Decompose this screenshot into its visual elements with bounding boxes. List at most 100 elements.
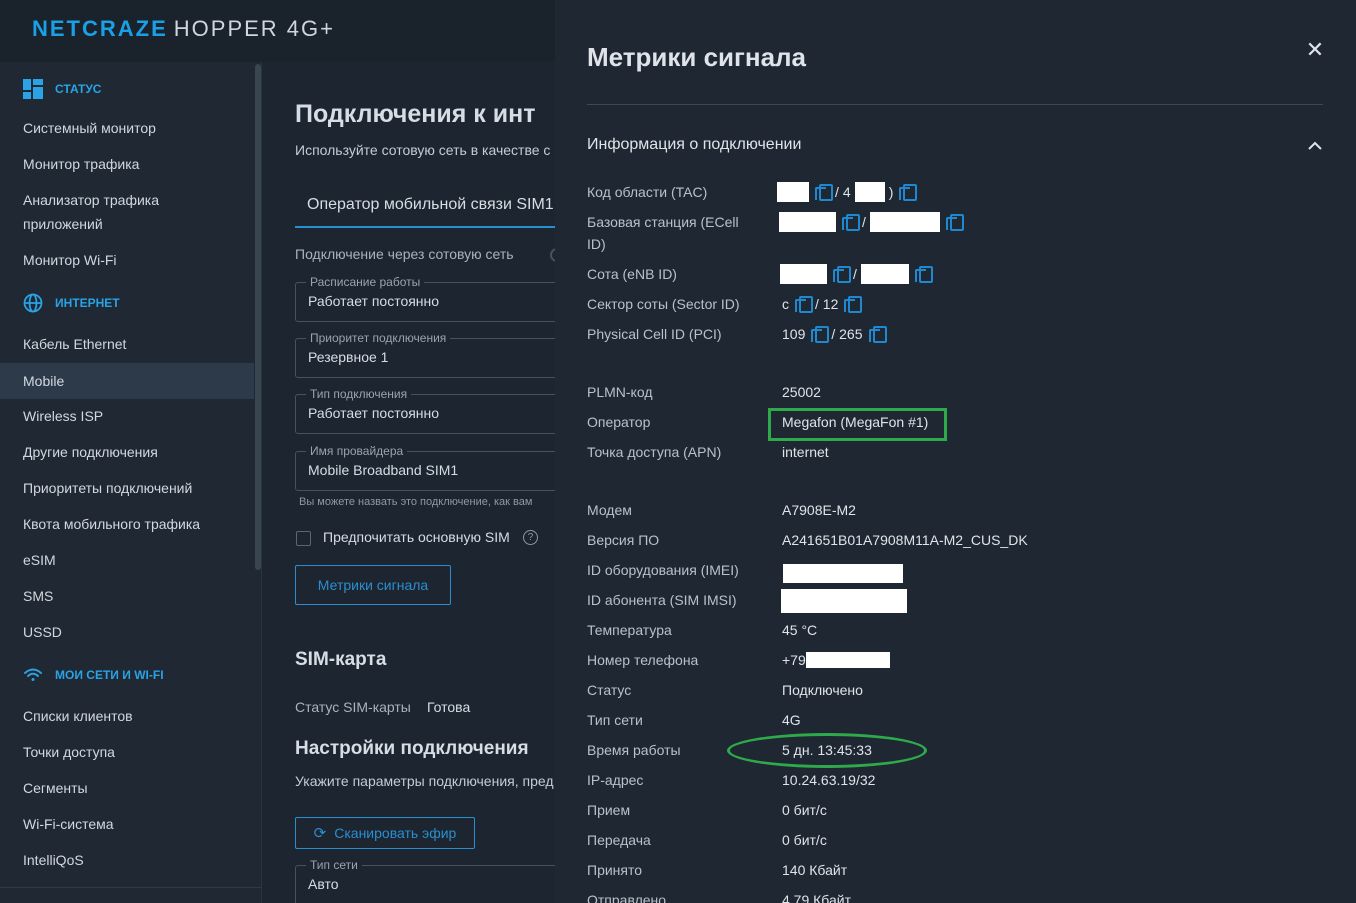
signal-metrics-button[interactable]: Метрики сигнала: [295, 565, 451, 605]
operator-label: Оператор: [587, 414, 651, 430]
sidebar-item-sms[interactable]: SMS: [0, 584, 254, 608]
sidebar-item-esim[interactable]: eSIM: [0, 548, 254, 572]
redacted-block: [783, 564, 903, 583]
sidebar-item-ethernet[interactable]: Кабель Ethernet: [0, 332, 254, 356]
sent-value: 4.79 Кбайт: [782, 892, 852, 903]
sidebar-item-system-monitor[interactable]: Системный монитор: [0, 116, 254, 140]
tx-rate-label: Передача: [587, 832, 651, 848]
sidebar-item-traffic-monitor[interactable]: Монитор трафика: [0, 152, 254, 176]
connection-settings-subtitle: Укажите параметры подключения, пред: [295, 773, 554, 789]
chevron-up-icon[interactable]: [1305, 136, 1325, 156]
redacted-block: [781, 589, 907, 613]
sidebar-section-internet: ИНТЕРНЕТ: [23, 293, 120, 313]
network-type-value: 4G: [782, 712, 801, 728]
sim-status-label: Статус SIM-карты: [295, 699, 411, 715]
pci-value-1: 109: [782, 326, 806, 342]
redacted-block: [854, 182, 885, 202]
copy-icon[interactable]: [844, 296, 863, 313]
sidebar-divider: [0, 887, 262, 888]
sidebar-section-wifi: МОИ СЕТИ И WI-FI: [23, 665, 164, 685]
provider-name-field[interactable]: Имя провайдера Mobile Broadband SIM1: [295, 444, 555, 491]
ecell-value: /: [779, 211, 964, 233]
sidebar-item-app-traffic[interactable]: Анализатор трафика приложений: [0, 188, 220, 236]
redacted-block: [779, 212, 836, 232]
priority-field-label: Приоритет подключения: [306, 331, 451, 345]
sidebar-item-intelliqos[interactable]: IntelliQoS: [0, 848, 254, 872]
network-type-field[interactable]: Тип сети Авто: [295, 858, 555, 903]
logo-model: HOPPER 4G+: [173, 16, 335, 41]
modem-value: A7908E-M2: [782, 502, 856, 518]
tab-underline: [295, 226, 555, 228]
logo[interactable]: NETCRAZE HOPPER 4G+: [32, 16, 335, 42]
copy-icon[interactable]: [833, 266, 851, 283]
sidebar-item-ussd[interactable]: USSD: [0, 620, 254, 644]
phone-value: +79: [782, 649, 890, 671]
copy-icon[interactable]: [868, 326, 887, 343]
sim-card-title: SIM-карта: [295, 649, 387, 670]
sidebar-item-wifi-monitor[interactable]: Монитор Wi-Fi: [0, 248, 254, 272]
sidebar-item-mobile[interactable]: Mobile: [0, 363, 254, 399]
top-bar: NETCRAZE HOPPER 4G+: [0, 0, 555, 62]
ecell-label: Базовая станция (ECell ID): [587, 214, 739, 252]
copy-icon[interactable]: [899, 184, 918, 201]
sidebar-item-access-points[interactable]: Точки доступа: [0, 740, 254, 764]
sidebar-section-internet-title: ИНТЕРНЕТ: [55, 296, 120, 310]
rx-rate-value: 0 бит/с: [782, 802, 827, 818]
copy-icon[interactable]: [945, 214, 964, 231]
sent-label: Отправлено: [587, 892, 667, 903]
enb-separator: /: [853, 266, 857, 282]
ip-address-label: IP-адрес: [587, 772, 644, 788]
sidebar-item-client-lists[interactable]: Списки клиентов: [0, 704, 254, 728]
pci-value: 109 / 265: [782, 323, 887, 345]
schedule-field-value: Работает постоянно: [308, 293, 440, 309]
connection-settings-title: Настройки подключения: [295, 738, 529, 759]
firmware-label: Версия ПО: [587, 532, 660, 548]
received-label: Принято: [587, 862, 643, 878]
imsi-value: [781, 589, 907, 613]
sidebar-item-segments[interactable]: Сегменты: [0, 776, 254, 800]
sidebar-item-wifi-system[interactable]: Wi-Fi-система: [0, 812, 254, 836]
sidebar: СТАТУС Системный монитор Монитор трафика…: [0, 62, 262, 903]
sidebar-scrollbar[interactable]: [255, 64, 261, 570]
panel-title: Метрики сигнала: [587, 42, 807, 72]
phone-label: Номер телефона: [587, 652, 699, 668]
sector-value-1: c: [782, 296, 789, 312]
priority-field[interactable]: Приоритет подключения Резервное 1: [295, 331, 555, 378]
sidebar-item-other-connections[interactable]: Другие подключения: [0, 440, 254, 464]
status-value: Подключено: [782, 682, 863, 698]
copy-icon[interactable]: [795, 296, 813, 313]
schedule-field-label: Расписание работы: [306, 275, 425, 289]
operator-highlight-box: [768, 408, 947, 441]
page-subtitle: Используйте сотовую сеть в качестве с: [295, 142, 551, 158]
copy-icon[interactable]: [842, 214, 860, 231]
sidebar-item-mobile-quota[interactable]: Квота мобильного трафика: [0, 512, 254, 536]
close-icon[interactable]: ✕: [1303, 38, 1327, 62]
tab-sim1[interactable]: Оператор мобильной связи SIM1: [307, 196, 554, 214]
imsi-label: ID абонента (SIM IMSI): [587, 592, 737, 608]
network-type-field-value: Авто: [308, 876, 339, 892]
apn-value: internet: [782, 444, 829, 460]
priority-field-value: Резервное 1: [308, 349, 389, 365]
connection-info-title[interactable]: Информация о подключении: [587, 136, 801, 154]
sidebar-item-connection-priorities[interactable]: Приоритеты подключений: [0, 476, 254, 500]
copy-icon[interactable]: [811, 326, 830, 343]
received-value: 140 Кбайт: [782, 862, 848, 878]
connection-type-field[interactable]: Тип подключения Работает постоянно: [295, 387, 555, 434]
prefer-sim-checkbox[interactable]: [296, 531, 311, 546]
copy-icon[interactable]: [914, 266, 933, 283]
firmware-value: A241651B01A7908M11A-M2_CUS_DK: [782, 532, 1028, 548]
tx-rate-value: 0 бит/с: [782, 832, 827, 848]
uptime-highlight-oval: [727, 733, 927, 768]
help-icon[interactable]: ?: [523, 530, 538, 545]
status-label: Статус: [587, 682, 632, 698]
sidebar-item-wireless-isp[interactable]: Wireless ISP: [0, 404, 254, 428]
tac-separator: /: [835, 184, 839, 200]
schedule-field[interactable]: Расписание работы Работает постоянно: [295, 275, 555, 322]
temperature-label: Температура: [587, 622, 672, 638]
prefer-sim-label: Предпочитать основную SIM: [323, 529, 510, 545]
provider-name-hint: Вы можете назвать это подключение, как в…: [299, 496, 533, 508]
scan-air-button[interactable]: ⟳ Сканировать эфир: [295, 817, 475, 849]
tac-fragment-2: ): [888, 184, 894, 200]
copy-icon[interactable]: [815, 184, 833, 201]
ip-address-value: 10.24.63.19/32: [782, 772, 876, 788]
